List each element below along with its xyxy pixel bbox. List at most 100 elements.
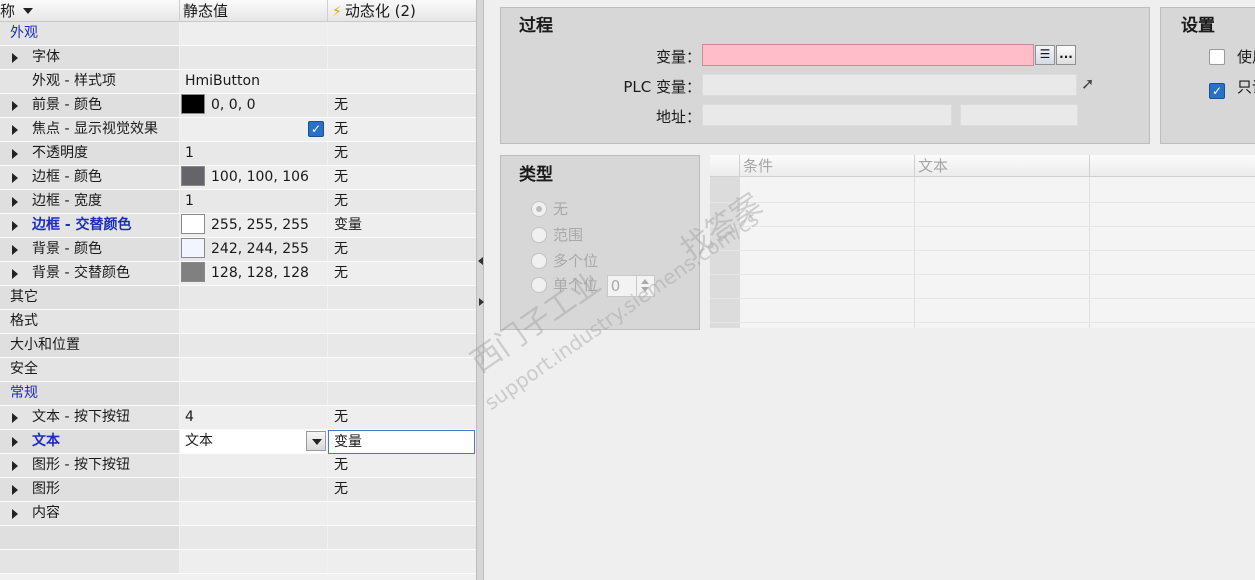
panel-splitter[interactable] bbox=[476, 0, 484, 580]
static-value-cell[interactable]: ✓ bbox=[180, 118, 327, 141]
color-swatch[interactable] bbox=[181, 94, 205, 114]
property-name[interactable]: 内容 bbox=[0, 502, 179, 525]
expand-arrow-icon[interactable] bbox=[12, 413, 18, 423]
dynamic-value-cell[interactable] bbox=[328, 550, 476, 573]
static-value-cell[interactable] bbox=[180, 454, 327, 477]
column-header-dynamic[interactable]: ⚡ 动态化 (2) bbox=[328, 0, 476, 22]
property-name[interactable]: 文本 - 按下按钮 bbox=[0, 406, 179, 429]
property-row[interactable]: 其它 bbox=[0, 286, 476, 310]
static-value-cell[interactable] bbox=[180, 46, 327, 69]
static-value-cell[interactable] bbox=[180, 550, 327, 573]
property-row[interactable]: 字体 bbox=[0, 46, 476, 70]
column-header-text[interactable]: 文本 bbox=[915, 155, 1090, 177]
static-value-cell[interactable]: 242, 244, 255 bbox=[180, 238, 327, 261]
property-name[interactable]: 背景 - 交替颜色 bbox=[0, 262, 179, 285]
static-value-cell[interactable]: 文本 bbox=[180, 430, 327, 453]
category-label[interactable]: 其它 bbox=[0, 286, 179, 309]
static-value-cell[interactable]: 255, 255, 255 bbox=[180, 214, 327, 237]
static-value-cell[interactable] bbox=[180, 478, 327, 501]
radio-icon[interactable] bbox=[531, 253, 547, 269]
property-row[interactable]: 文本 - 按下按钮 4 无 bbox=[0, 406, 476, 430]
dynamic-value-cell[interactable]: 变量 bbox=[328, 214, 476, 237]
dynamic-value-cell[interactable] bbox=[328, 22, 476, 45]
browse-button[interactable]: ... bbox=[1056, 45, 1076, 65]
check-icon[interactable]: ✓ bbox=[308, 121, 324, 137]
property-row[interactable]: 边框 - 宽度 1 无 bbox=[0, 190, 476, 214]
dynamic-value-cell[interactable]: 无 bbox=[328, 262, 476, 285]
property-name[interactable]: 边框 - 颜色 bbox=[0, 166, 179, 189]
property-row[interactable]: 图形 无 bbox=[0, 478, 476, 502]
property-row[interactable]: 格式 bbox=[0, 310, 476, 334]
color-swatch[interactable] bbox=[181, 262, 205, 282]
property-name[interactable]: 焦点 - 显示视觉效果 bbox=[0, 118, 179, 141]
dynamic-value-cell[interactable] bbox=[328, 526, 476, 549]
expand-arrow-icon[interactable] bbox=[12, 125, 18, 135]
expand-arrow-icon[interactable] bbox=[12, 485, 18, 495]
expand-arrow-icon[interactable] bbox=[12, 245, 18, 255]
dynamic-value-cell[interactable]: 无 bbox=[328, 454, 476, 477]
property-row[interactable]: 背景 - 交替颜色 128, 128, 128 无 bbox=[0, 262, 476, 286]
dynamic-value-cell[interactable]: 无 bbox=[328, 478, 476, 501]
dynamic-value-cell[interactable]: 无 bbox=[328, 94, 476, 117]
property-row[interactable] bbox=[0, 526, 476, 550]
dynamic-value-cell[interactable] bbox=[328, 310, 476, 333]
expand-arrow-icon[interactable] bbox=[12, 269, 18, 279]
property-row[interactable]: 内容 bbox=[0, 502, 476, 526]
property-name[interactable]: 字体 bbox=[0, 46, 179, 69]
property-row[interactable]: 边框 - 交替颜色 255, 255, 255 变量 bbox=[0, 214, 476, 238]
property-name[interactable]: 背景 - 颜色 bbox=[0, 238, 179, 261]
color-swatch[interactable] bbox=[181, 214, 205, 234]
radio-icon[interactable] bbox=[531, 227, 547, 243]
bit-spinner[interactable]: 0 bbox=[606, 274, 655, 297]
property-name[interactable]: 外观 - 样式项 bbox=[0, 70, 179, 93]
dynamic-edit-field[interactable]: 变量 bbox=[328, 430, 475, 454]
static-value-cell[interactable] bbox=[180, 22, 327, 45]
dynamic-value-cell[interactable] bbox=[328, 358, 476, 381]
dropdown-arrow-icon[interactable] bbox=[306, 431, 326, 451]
dynamic-value-cell[interactable]: 无 bbox=[328, 118, 476, 141]
static-value-cell[interactable] bbox=[180, 334, 327, 357]
type-option-range[interactable]: 范围 bbox=[531, 224, 583, 245]
property-row[interactable]: 前景 - 颜色 0, 0, 0 无 bbox=[0, 94, 476, 118]
property-row[interactable]: 文本 文本 变量 bbox=[0, 430, 476, 454]
collapse-left-icon[interactable] bbox=[478, 257, 483, 265]
property-name[interactable]: 前景 - 颜色 bbox=[0, 94, 179, 117]
expand-arrow-icon[interactable] bbox=[12, 173, 18, 183]
expand-arrow-icon[interactable] bbox=[12, 197, 18, 207]
column-header-static[interactable]: 静态值 bbox=[180, 0, 328, 22]
static-value-cell[interactable] bbox=[180, 310, 327, 333]
static-value-cell[interactable]: 1 bbox=[180, 142, 327, 165]
property-row[interactable]: 焦点 - 显示视觉效果 ✓ 无 bbox=[0, 118, 476, 142]
dynamic-value-cell[interactable]: 无 bbox=[328, 406, 476, 429]
property-name[interactable]: 文本 bbox=[0, 430, 179, 453]
expand-arrow-icon[interactable] bbox=[12, 221, 18, 231]
color-swatch[interactable] bbox=[181, 238, 205, 258]
static-value-cell[interactable] bbox=[180, 526, 327, 549]
property-row[interactable]: 边框 - 颜色 100, 100, 106 无 bbox=[0, 166, 476, 190]
property-name[interactable] bbox=[0, 526, 179, 549]
radio-icon[interactable] bbox=[531, 277, 547, 293]
property-name[interactable]: 图形 bbox=[0, 478, 179, 501]
dynamic-value-cell[interactable] bbox=[328, 286, 476, 309]
dynamic-value-cell[interactable] bbox=[328, 46, 476, 69]
use-checkbox[interactable] bbox=[1209, 49, 1225, 65]
variable-input[interactable] bbox=[702, 44, 1034, 66]
radio-selected-icon[interactable] bbox=[531, 201, 547, 217]
property-row[interactable]: 外观 bbox=[0, 22, 476, 46]
sort-down-icon[interactable] bbox=[23, 8, 34, 14]
property-name[interactable]: 不透明度 bbox=[0, 142, 179, 165]
type-option-singlebit[interactable]: 单个位 0 bbox=[531, 274, 655, 297]
static-value-cell[interactable] bbox=[180, 502, 327, 525]
spin-up-icon[interactable] bbox=[640, 278, 649, 284]
check-icon[interactable]: ✓ bbox=[1209, 83, 1225, 99]
list-icon[interactable]: ☰ bbox=[1035, 45, 1055, 65]
dynamic-value-cell[interactable] bbox=[328, 334, 476, 357]
static-value-cell[interactable]: 128, 128, 128 bbox=[180, 262, 327, 285]
property-row[interactable]: 安全 bbox=[0, 358, 476, 382]
dynamic-value-cell[interactable] bbox=[328, 70, 476, 93]
property-row[interactable]: 背景 - 颜色 242, 244, 255 无 bbox=[0, 238, 476, 262]
category-label[interactable]: 格式 bbox=[0, 310, 179, 333]
dynamic-value-cell[interactable]: 无 bbox=[328, 190, 476, 213]
dynamic-value-cell[interactable]: 无 bbox=[328, 142, 476, 165]
expand-arrow-icon[interactable] bbox=[12, 53, 18, 63]
